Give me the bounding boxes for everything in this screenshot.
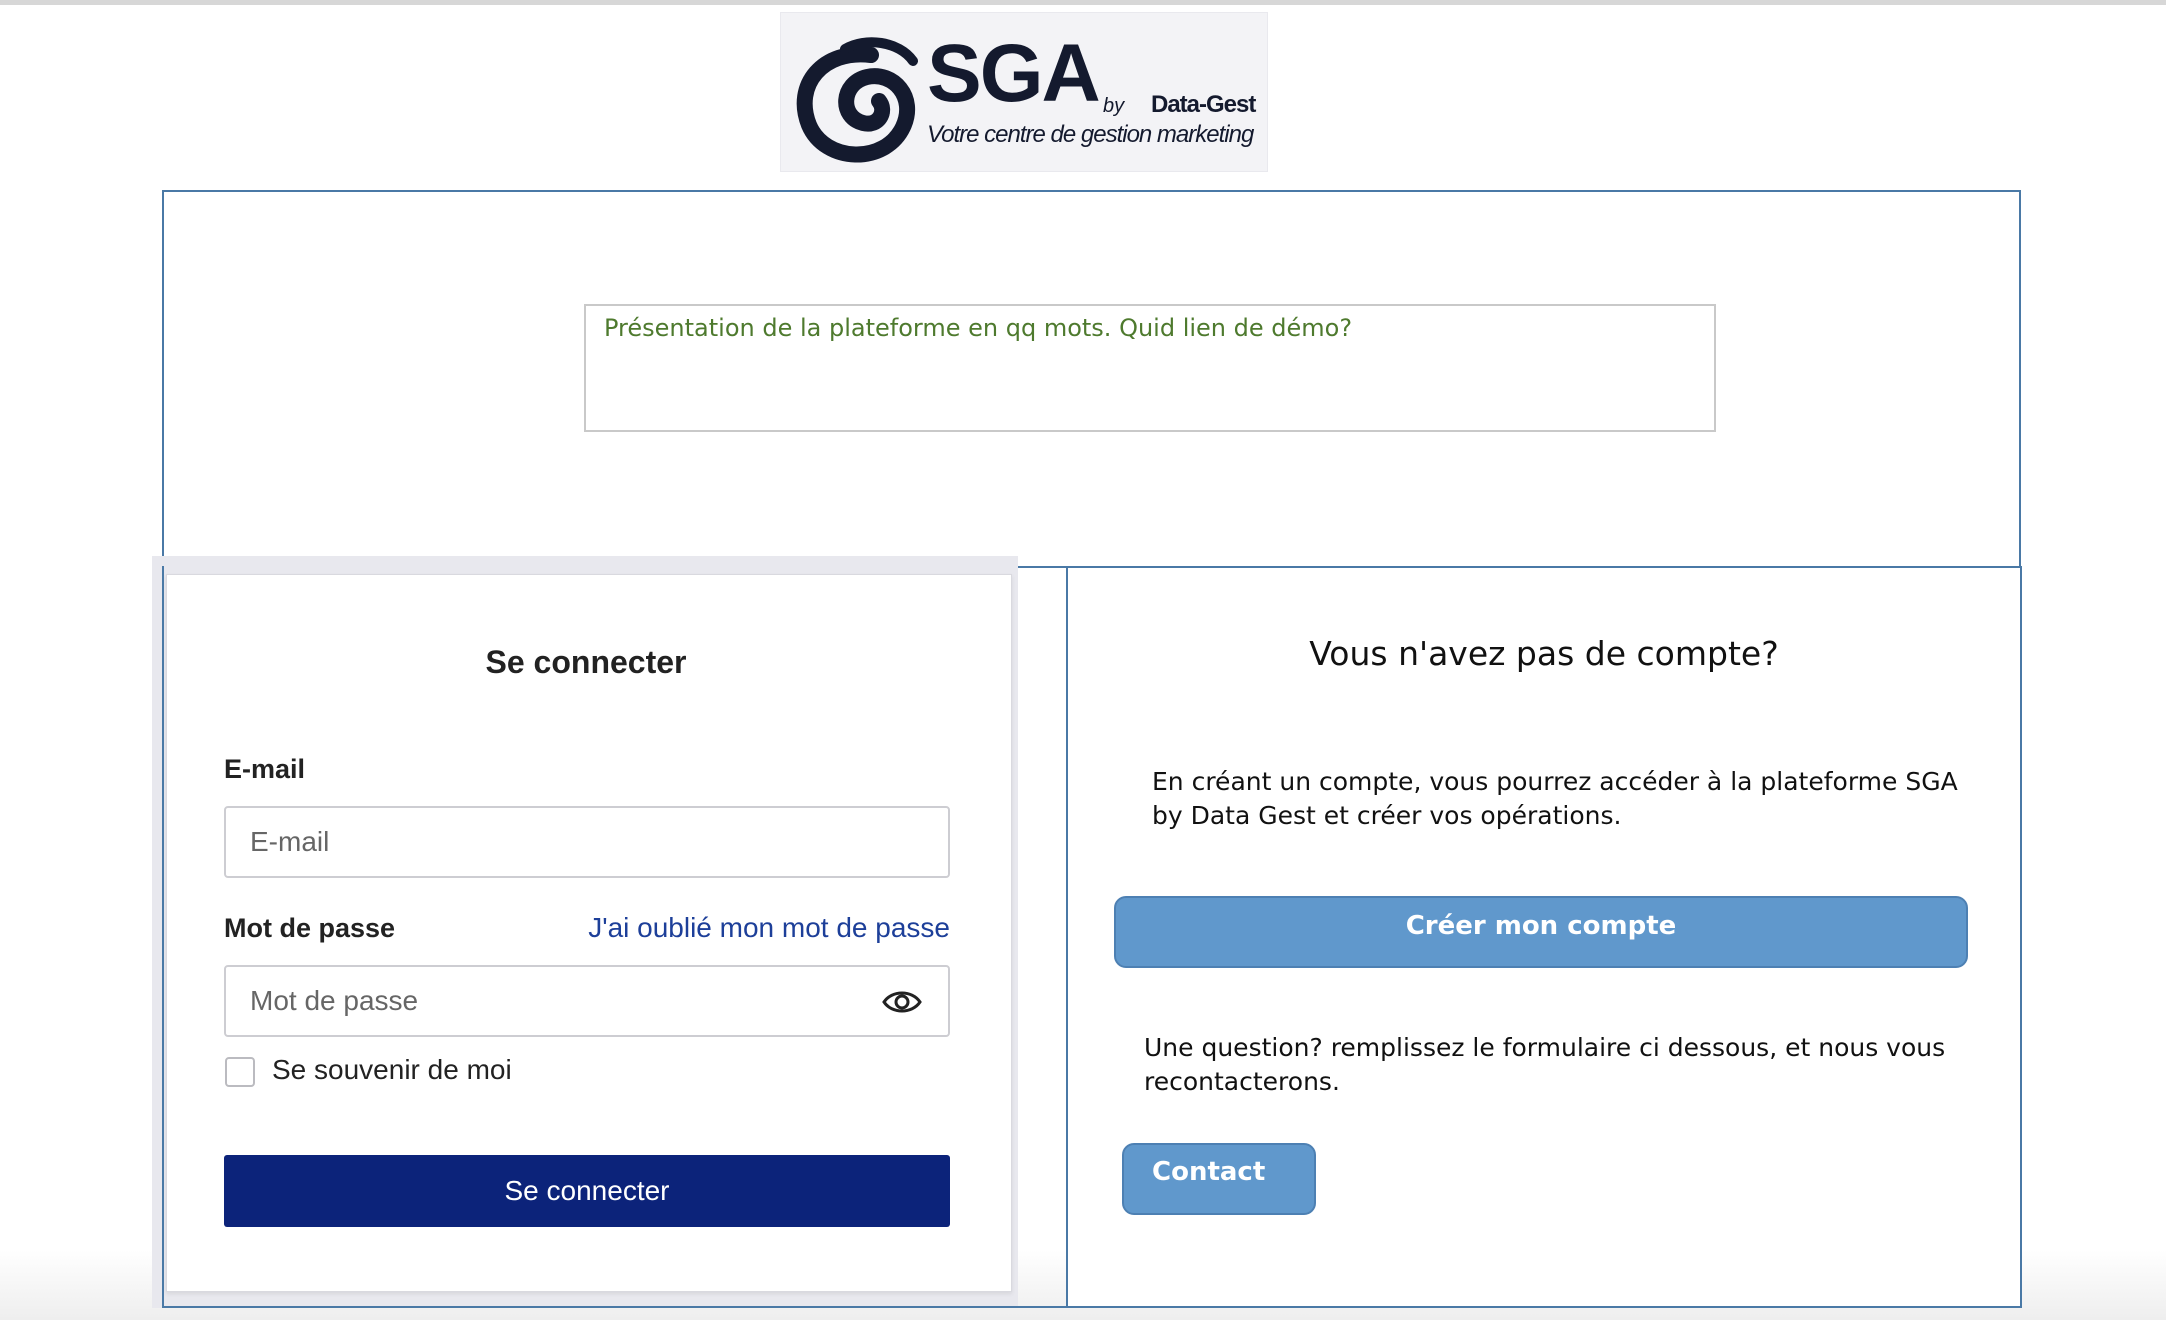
contact-question-line: recontacterons. [1144,1067,1340,1096]
logo-company: Data-Gest [1151,91,1256,118]
login-panel-bottom-border [162,1306,1068,1308]
presentation-text: Présentation de la plateforme en qq mots… [604,314,1353,342]
eye-icon[interactable] [880,980,924,1024]
contact-question-line: Une question? remplissez le formulaire c… [1144,1033,1946,1062]
login-title: Se connecter [485,644,687,680]
logo-tagline: Votre centre de gestion marketing [927,121,1254,148]
signup-description-line: by Data Gest et créer vos opérations. [1152,801,1622,830]
create-account-button[interactable]: Créer mon compte [1114,896,1968,968]
password-label: Mot de passe [224,913,396,943]
login-button[interactable]: Se connecter [224,1155,950,1227]
presentation-box: Présentation de la plateforme en qq mots… [584,304,1716,432]
contact-button[interactable]: Contact [1122,1143,1316,1215]
password-field[interactable] [224,965,950,1037]
window-top-border [0,0,2166,5]
logo-name: SGA [927,28,1101,119]
remember-me-checkbox[interactable] [225,1057,255,1087]
email-field[interactable] [224,806,950,878]
email-label: E-mail [224,754,306,784]
signup-title: Vous n'avez pas de compte? [1309,634,1779,673]
signup-description-line: En créant un compte, vous pourrez accéde… [1152,767,1958,796]
sga-logo: SGA by Data-Gest Votre centre de gestion… [780,12,1268,172]
swirl-logo-icon [796,37,918,163]
contact-question: Une question? remplissez le formulaire c… [1144,1031,1945,1099]
signup-description: En créant un compte, vous pourrez accéde… [1152,765,1958,833]
logo-by: by [1103,95,1125,117]
forgot-password-link[interactable]: J'ai oublié mon mot de passe [570,912,950,944]
remember-me-label: Se souvenir de moi [272,1054,512,1085]
